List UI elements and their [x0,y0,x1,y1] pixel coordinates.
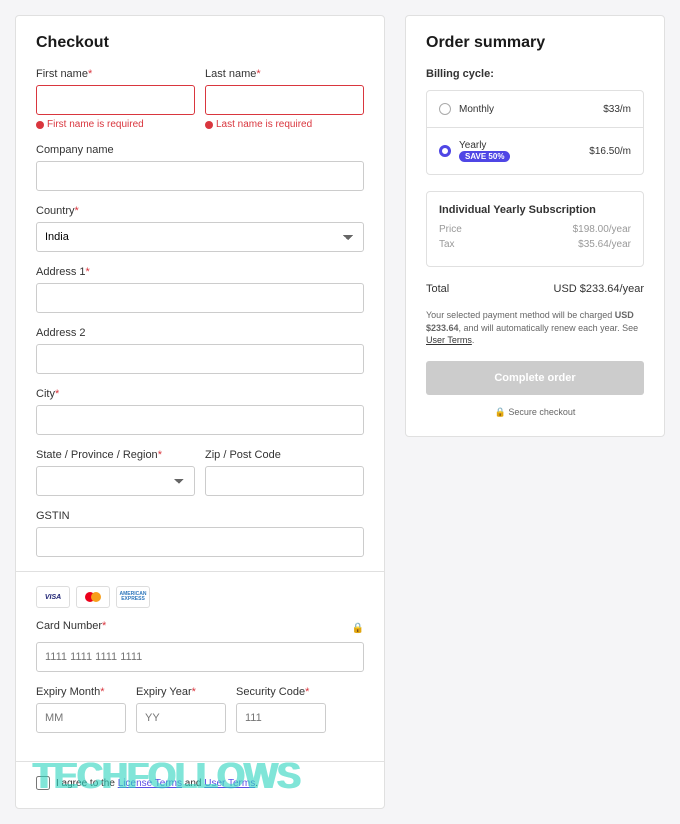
lock-icon: 🔒 [352,623,364,634]
summary-panel: Order summary Billing cycle: Monthly $33… [405,15,665,437]
city-label: City* [36,388,364,400]
state-label: State / Province / Region* [36,449,195,461]
address1-input[interactable] [36,283,364,313]
user-terms-link-fine[interactable]: User Terms [426,335,472,345]
last-name-label: Last name* [205,68,364,80]
zip-label: Zip / Post Code [205,449,364,461]
mastercard-icon [76,586,110,608]
radio-icon-selected [439,145,451,157]
subscription-title: Individual Yearly Subscription [439,204,631,216]
gstin-label: GSTIN [36,510,364,522]
expiry-year-label: Expiry Year* [136,686,226,698]
payment-card-icons: VISA AMERICANEXPRESS [36,586,364,608]
expiry-month-input[interactable] [36,703,126,733]
cycle-monthly[interactable]: Monthly $33/m [427,91,643,127]
save-badge: SAVE 50% [459,151,510,162]
billing-cycle-box: Monthly $33/m Yearly SAVE 50% $16.50/m [426,90,644,175]
gstin-input[interactable] [36,527,364,557]
last-name-error: Last name is required [205,119,364,130]
fine-print: Your selected payment method will be cha… [426,309,644,347]
summary-title: Order summary [426,34,644,52]
expiry-month-label: Expiry Month* [36,686,126,698]
last-name-input[interactable] [205,85,364,115]
complete-order-button[interactable]: Complete order [426,361,644,395]
country-label: Country* [36,205,364,217]
agree-row: I agree to the License Terms and User Te… [36,776,364,790]
total-line: Total USD $233.64/year [426,283,644,295]
license-terms-link[interactable]: License Terms [118,778,182,789]
subscription-box: Individual Yearly Subscription Price$198… [426,191,644,267]
address2-label: Address 2 [36,327,364,339]
card-number-label: Card Number* [36,620,106,632]
address1-label: Address 1* [36,266,364,278]
expiry-year-input[interactable] [136,703,226,733]
company-input[interactable] [36,161,364,191]
billing-cycle-label: Billing cycle: [426,68,644,80]
checkout-title: Checkout [36,34,364,52]
divider [16,761,384,762]
secure-checkout-label: 🔒 Secure checkout [426,407,644,418]
address2-input[interactable] [36,344,364,374]
checkout-panel: Checkout First name* First name is requi… [15,15,385,809]
visa-icon: VISA [36,586,70,608]
country-select[interactable]: India [36,222,364,252]
security-code-input[interactable] [236,703,326,733]
card-number-input[interactable] [36,642,364,672]
security-code-label: Security Code* [236,686,326,698]
first-name-label: First name* [36,68,195,80]
amex-icon: AMERICANEXPRESS [116,586,150,608]
cycle-yearly[interactable]: Yearly SAVE 50% $16.50/m [427,127,643,174]
first-name-error: First name is required [36,119,195,130]
state-select[interactable] [36,466,195,496]
first-name-input[interactable] [36,85,195,115]
lock-icon: 🔒 [495,407,506,417]
user-terms-link[interactable]: User Terms [204,778,255,789]
agree-checkbox[interactable] [36,776,50,790]
company-label: Company name [36,144,364,156]
zip-input[interactable] [205,466,364,496]
radio-icon [439,103,451,115]
city-input[interactable] [36,405,364,435]
divider [16,571,384,572]
